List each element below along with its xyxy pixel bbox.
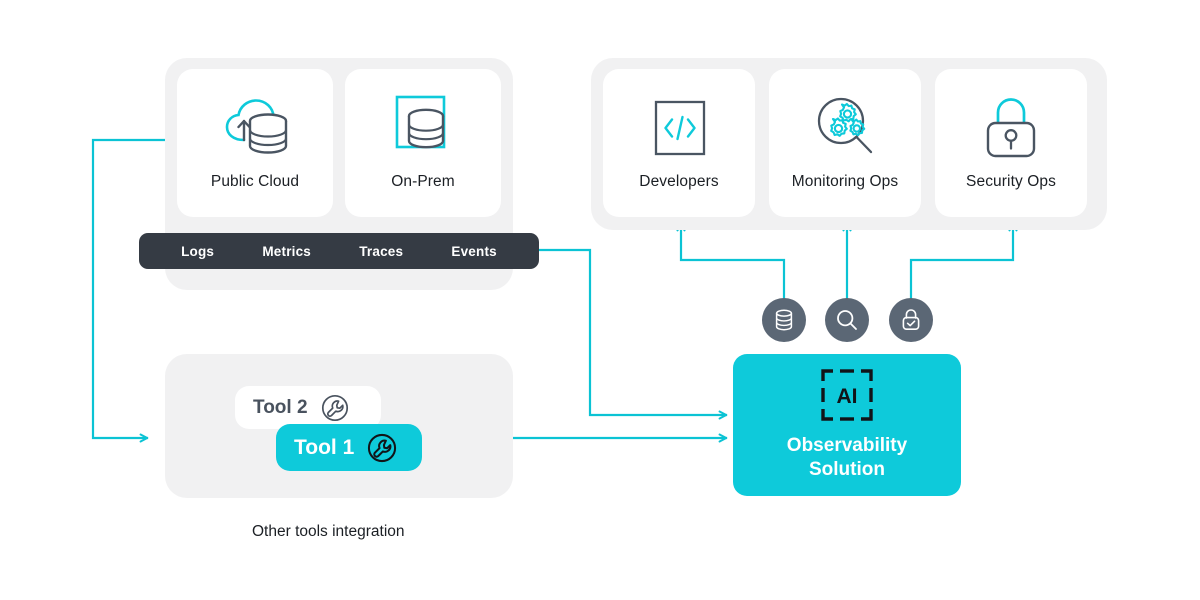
tool-chip-label: Tool 2: [253, 396, 308, 418]
consumer-card-security-ops[interactable]: Security Ops: [935, 69, 1087, 217]
ai-badge-text: AI: [837, 385, 858, 408]
consumer-card-label: Developers: [639, 173, 719, 190]
wrench-circle-icon: [321, 394, 349, 422]
padlock-icon: [980, 91, 1042, 165]
telemetry-item-events[interactable]: Events: [451, 244, 496, 259]
consumer-card-monitoring-ops[interactable]: Monitoring Ops: [769, 69, 921, 217]
search-badge[interactable]: [825, 298, 869, 342]
telemetry-bar: Logs Metrics Traces Events: [139, 233, 539, 269]
telemetry-item-traces[interactable]: Traces: [359, 244, 403, 259]
consumer-card-label: Monitoring Ops: [791, 173, 899, 190]
code-brackets-icon: [646, 91, 712, 165]
telemetry-item-logs[interactable]: Logs: [181, 244, 214, 259]
source-card-on-prem[interactable]: On-Prem: [345, 69, 501, 217]
source-card-label: On-Prem: [391, 173, 455, 190]
consumer-card-label: Security Ops: [966, 173, 1056, 190]
observability-solution-title: Observability Solution: [786, 435, 908, 480]
tool-chip-tool-1[interactable]: Tool 1: [276, 424, 422, 471]
wire-sources-to-tools: [91, 138, 167, 443]
lock-check-icon: [900, 308, 922, 332]
ai-badge-icon: AI: [820, 368, 874, 422]
source-card-public-cloud[interactable]: Public Cloud: [177, 69, 333, 217]
security-badge[interactable]: [889, 298, 933, 342]
source-card-label: Public Cloud: [210, 173, 300, 190]
database-badge[interactable]: [762, 298, 806, 342]
cloud-upload-database-icon: [214, 91, 296, 165]
database-icon: [773, 308, 795, 332]
onprem-database-icon: [385, 91, 461, 165]
wrench-circle-icon: [367, 433, 397, 463]
wire-telemetry-to-solution: [537, 248, 728, 420]
tool-chip-tool-2[interactable]: Tool 2: [235, 386, 381, 429]
tool-chip-label: Tool 1: [294, 435, 355, 459]
tools-caption: Other tools integration: [252, 523, 405, 540]
telemetry-item-metrics[interactable]: Metrics: [262, 244, 311, 259]
consumer-card-developers[interactable]: Developers: [603, 69, 755, 217]
diagram-canvas: Public Cloud On-Prem Logs Metrics Traces…: [0, 0, 1200, 600]
gears-magnifier-icon: [808, 91, 882, 165]
wire-database-to-developers: [676, 222, 786, 300]
observability-solution-box[interactable]: AI Observability Solution: [733, 354, 961, 496]
magnifier-icon: [835, 308, 859, 332]
wire-security-to-securityops: [909, 222, 1018, 300]
